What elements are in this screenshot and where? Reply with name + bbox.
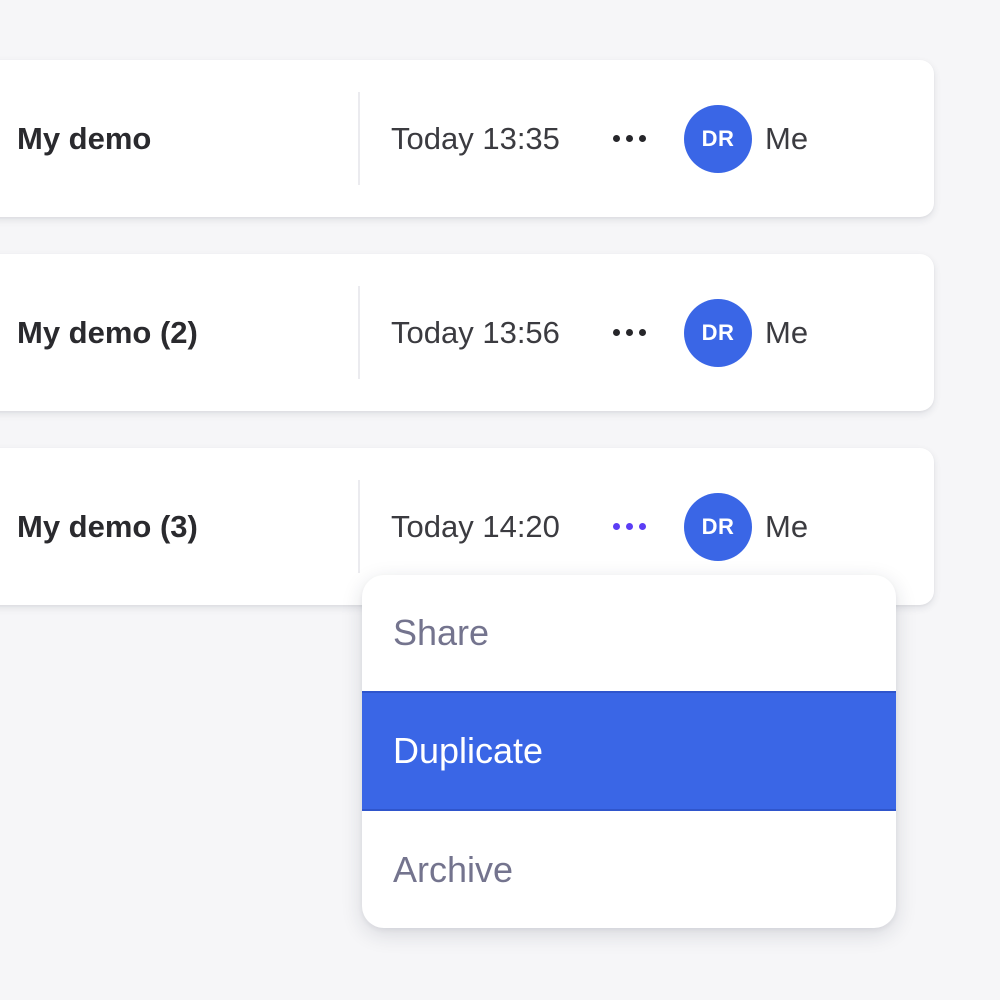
owner-label: Me — [765, 508, 809, 544]
demo-name: My demo — [17, 120, 152, 156]
more-options-button[interactable] — [606, 512, 652, 542]
more-horizontal-icon — [612, 135, 620, 142]
column-divider — [358, 286, 360, 379]
context-menu: Share Duplicate Archive — [362, 575, 896, 928]
demo-name: My demo (2) — [17, 314, 198, 350]
column-divider — [358, 92, 360, 185]
avatar: DR — [684, 298, 752, 367]
owner-label: Me — [765, 120, 809, 156]
owner-label: Me — [765, 314, 809, 350]
more-horizontal-icon — [612, 329, 620, 336]
menu-item-duplicate[interactable]: Duplicate — [362, 691, 896, 811]
avatar: DR — [684, 104, 752, 173]
column-divider — [358, 480, 360, 573]
modified-time: Today 14:20 — [391, 508, 560, 544]
modified-time: Today 13:35 — [391, 120, 560, 156]
menu-item-archive[interactable]: Archive — [362, 811, 896, 928]
more-options-button[interactable] — [606, 318, 652, 348]
more-horizontal-icon — [612, 523, 620, 530]
demo-name: My demo (3) — [17, 508, 198, 544]
menu-item-share[interactable]: Share — [362, 575, 896, 691]
demo-row[interactable]: My demo Today 13:35 DR Me — [0, 60, 934, 217]
more-options-button[interactable] — [606, 124, 652, 154]
modified-time: Today 13:56 — [391, 314, 560, 350]
avatar: DR — [684, 492, 752, 561]
demo-row[interactable]: My demo (2) Today 13:56 DR Me — [0, 254, 934, 411]
